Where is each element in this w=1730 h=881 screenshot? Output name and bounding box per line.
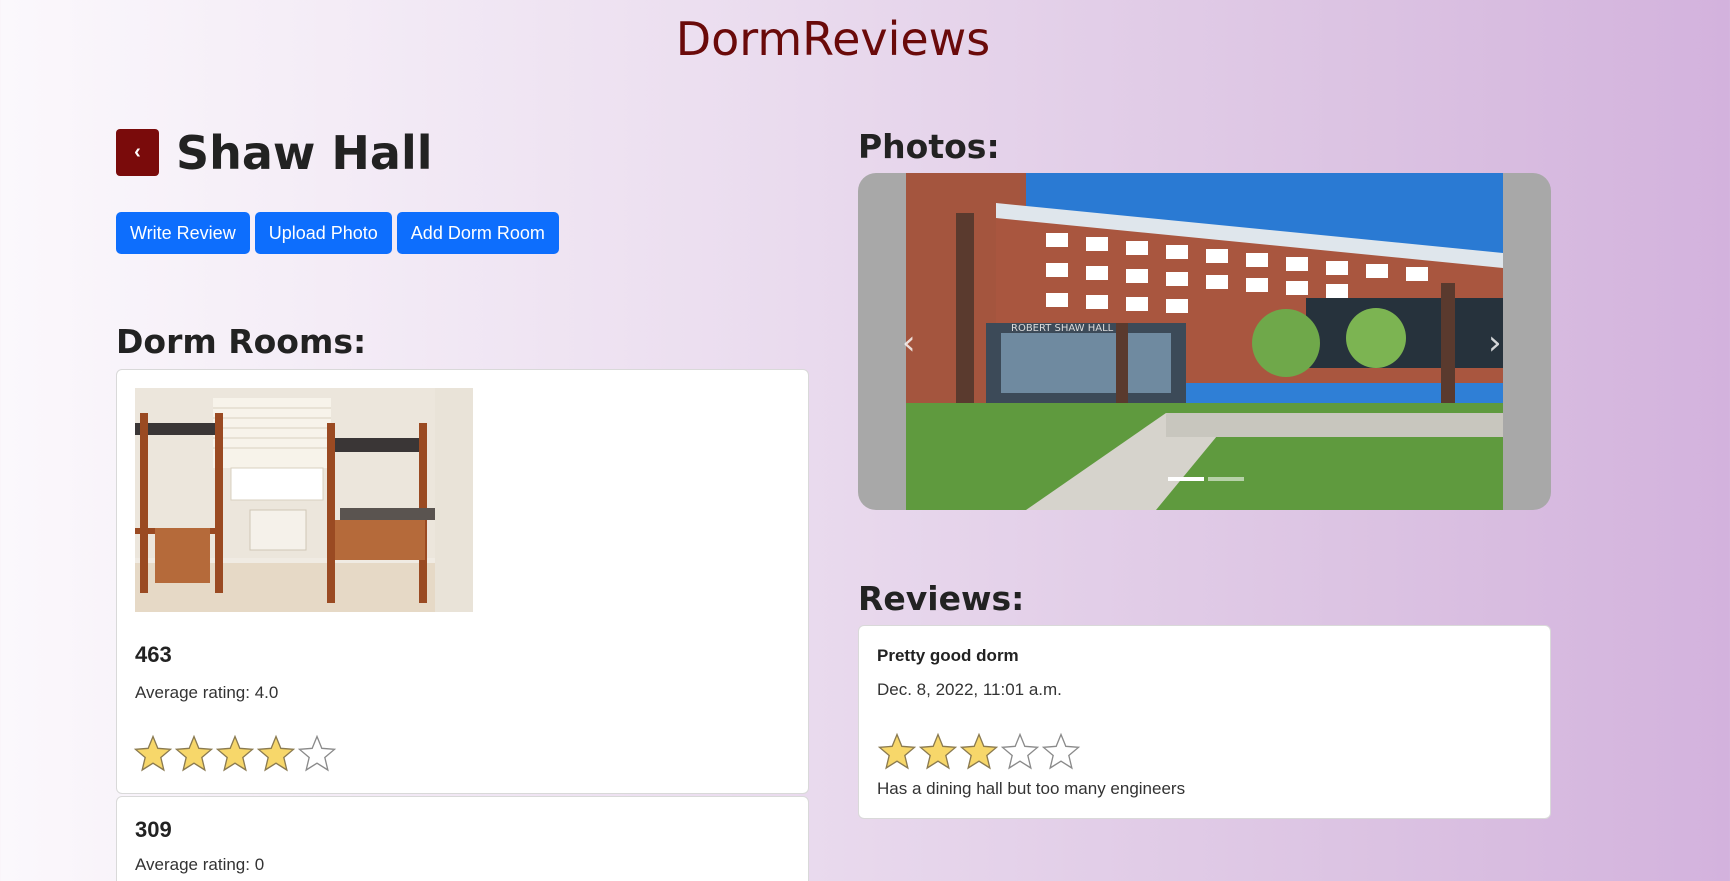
star-filled-icon <box>959 732 999 770</box>
carousel-indicators <box>1168 477 1244 481</box>
photos-heading: Photos: <box>858 127 1000 166</box>
review-title: Pretty good dorm <box>877 646 1019 665</box>
dorm-rooms-heading: Dorm Rooms: <box>116 322 367 361</box>
star-filled-icon <box>133 734 173 772</box>
carousel-next-button[interactable]: › <box>1488 323 1502 363</box>
star-filled-icon <box>918 732 958 770</box>
room-number[interactable]: 463 <box>135 642 172 668</box>
review-body: Has a dining hall but too many engineers <box>877 779 1186 798</box>
room-card[interactable]: 309 Average rating: 0 <box>116 796 809 881</box>
add-dorm-room-button[interactable]: Add Dorm Room <box>396 212 559 254</box>
carousel-indicator[interactable] <box>1168 477 1204 481</box>
back-button[interactable]: ‹ <box>116 129 159 176</box>
star-filled-icon <box>215 734 255 772</box>
star-filled-icon <box>256 734 296 772</box>
carousel-indicator[interactable] <box>1208 477 1244 481</box>
room-number[interactable]: 309 <box>135 817 172 843</box>
carousel-prev-button[interactable]: ‹ <box>902 323 916 363</box>
photo-carousel[interactable]: ROBERT SHAW HALL ‹ › <box>858 173 1551 510</box>
action-buttons: Write Review Upload Photo Add Dorm Room <box>116 212 559 254</box>
room-card[interactable]: 463 Average rating: 4.0 <box>116 369 809 794</box>
review-date: Dec. 8, 2022, 11:01 a.m. <box>877 680 1062 699</box>
upload-photo-button[interactable]: Upload Photo <box>254 212 392 254</box>
review-card: Pretty good dorm Dec. 8, 2022, 11:01 a.m… <box>858 625 1551 819</box>
room-photo <box>135 388 473 612</box>
room-average-rating: Average rating: 0 <box>135 855 265 874</box>
reviews-heading: Reviews: <box>858 579 1025 618</box>
star-filled-icon <box>174 734 214 772</box>
write-review-button[interactable]: Write Review <box>116 212 250 254</box>
dorm-name-heading: Shaw Hall <box>176 126 433 180</box>
review-star-rating <box>877 732 1081 772</box>
carousel-photo: ROBERT SHAW HALL <box>906 173 1503 510</box>
star-empty-icon <box>297 734 337 772</box>
room-average-rating: Average rating: 4.0 <box>135 683 279 702</box>
room-star-rating <box>133 734 337 774</box>
star-empty-icon <box>1041 732 1081 770</box>
star-empty-icon <box>1000 732 1040 770</box>
building-sign: ROBERT SHAW HALL <box>1011 323 1114 334</box>
star-filled-icon <box>877 732 917 770</box>
site-title[interactable]: DormReviews <box>0 12 1666 66</box>
